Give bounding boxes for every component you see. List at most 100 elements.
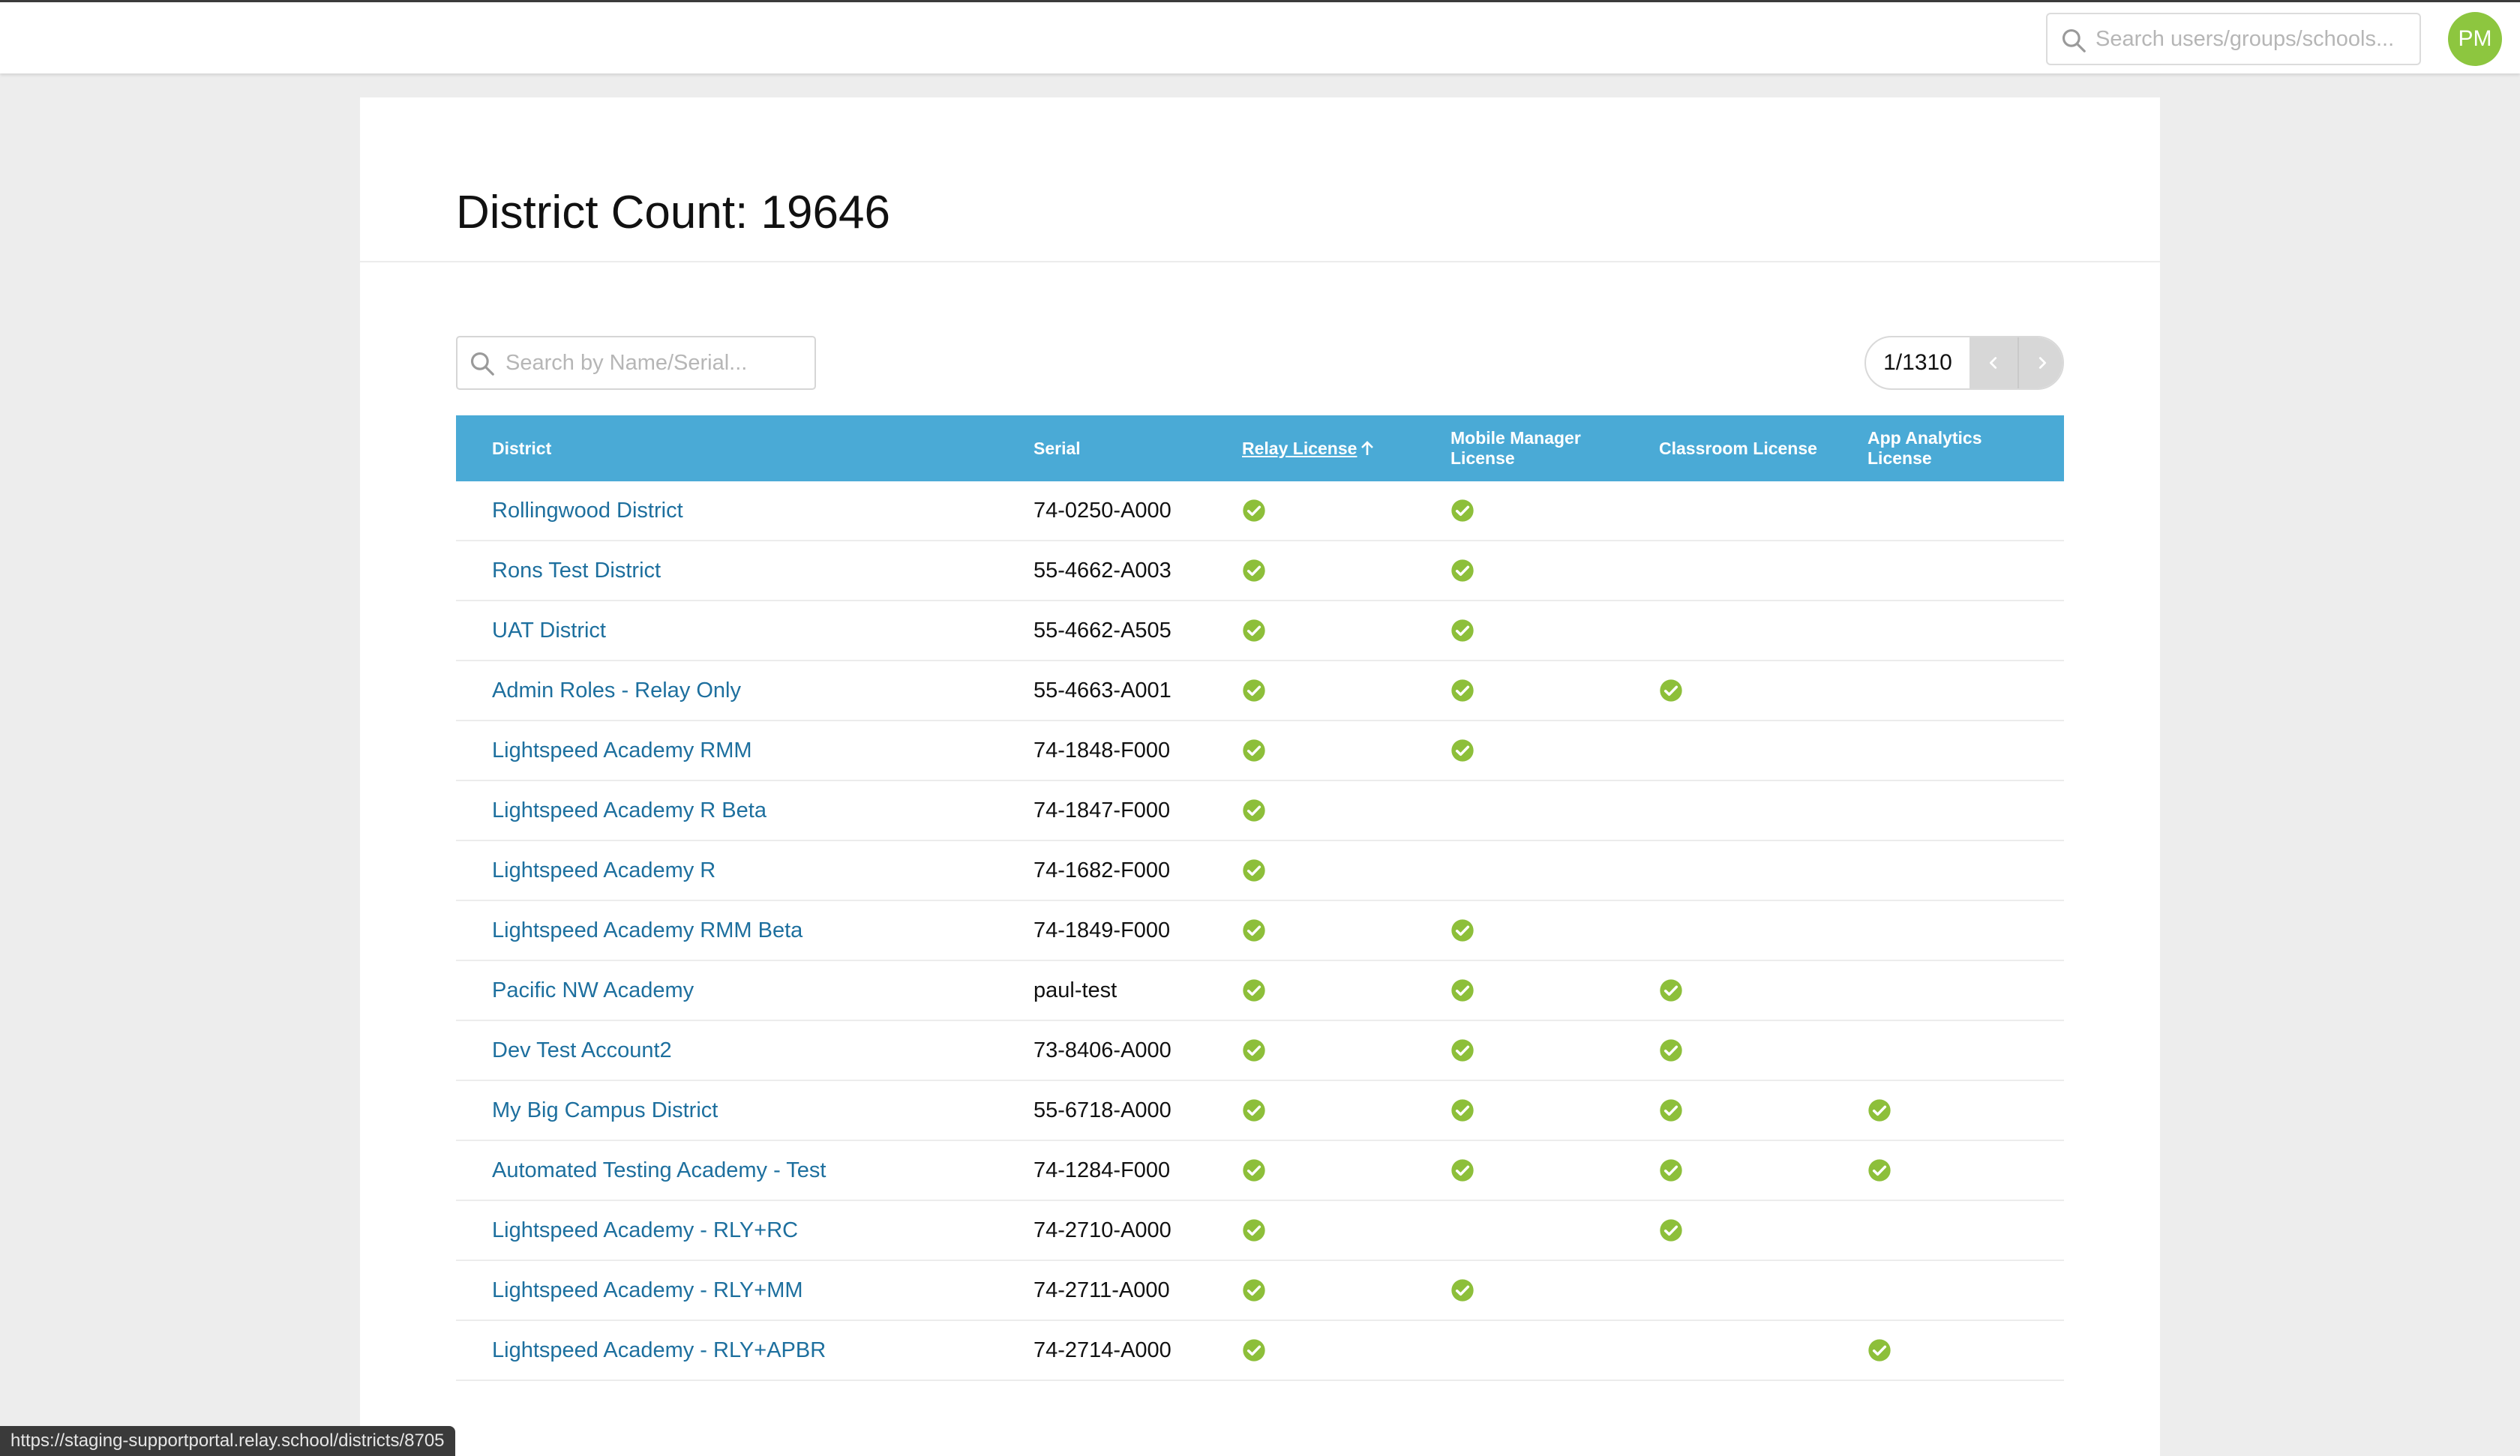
table-row: My Big Campus District 55-6718-A000 <box>456 1081 2064 1141</box>
district-name-link[interactable]: Lightspeed Academy R <box>492 841 716 900</box>
column-header-serial[interactable]: Serial <box>1034 415 1081 481</box>
check-circle-icon <box>1451 619 1474 642</box>
district-name-link[interactable]: Pacific NW Academy <box>492 961 694 1020</box>
user-avatar[interactable]: PM <box>2448 12 2502 66</box>
column-header-mobile-manager-license[interactable]: Mobile Manager License <box>1450 415 1623 481</box>
column-header-label: App Analytics License <box>1868 428 1982 468</box>
check-circle-icon <box>1451 979 1474 1002</box>
license-cell-relay <box>1242 1021 1266 1080</box>
license-cell-mobile-manager <box>1450 541 1474 600</box>
license-cell-mobile-manager <box>1450 1261 1474 1320</box>
license-cell-relay <box>1242 1081 1266 1140</box>
district-serial: 74-1682-F000 <box>1034 858 1171 882</box>
district-search-input[interactable] <box>506 348 806 378</box>
column-header-app-analytics-license[interactable]: App Analytics License <box>1868 415 2018 481</box>
license-cell-mobile-manager <box>1450 901 1474 960</box>
column-header-label: Mobile Manager License <box>1450 428 1581 468</box>
license-cell-classroom <box>1659 1021 1683 1080</box>
district-name-link[interactable]: Rollingwood District <box>492 481 683 540</box>
check-circle-icon <box>1451 559 1474 582</box>
card-header: District Count: 19646 <box>360 97 2160 262</box>
check-circle-icon <box>1660 979 1682 1002</box>
check-circle-icon <box>1243 1159 1265 1182</box>
column-header-classroom-license[interactable]: Classroom License <box>1659 415 1817 481</box>
license-cell-app-analytics <box>1868 1141 1892 1200</box>
check-circle-icon <box>1660 1219 1682 1242</box>
district-search-box[interactable] <box>456 336 816 390</box>
license-cell-relay <box>1242 661 1266 720</box>
column-header-label: Relay License <box>1242 438 1358 458</box>
district-serial: 74-1849-F000 <box>1034 918 1171 942</box>
check-circle-icon <box>1660 1159 1682 1182</box>
license-cell-classroom <box>1659 1201 1683 1260</box>
license-cell-relay <box>1242 841 1266 900</box>
district-name-link[interactable]: UAT District <box>492 601 606 660</box>
district-name-link[interactable]: Lightspeed Academy - RLY+APBR <box>492 1321 826 1380</box>
license-cell-relay <box>1242 781 1266 840</box>
table-header: District Serial Relay License Mobile Man… <box>456 415 2064 481</box>
license-cell-mobile-manager <box>1450 1021 1474 1080</box>
license-cell-classroom <box>1659 1081 1683 1140</box>
previous-page-button[interactable] <box>1970 337 2018 388</box>
check-circle-icon <box>1243 499 1265 522</box>
check-circle-icon <box>1660 1099 1682 1122</box>
district-name-link[interactable]: Lightspeed Academy RMM Beta <box>492 901 802 960</box>
column-header-label: Serial <box>1034 438 1081 458</box>
license-cell-mobile-manager <box>1450 721 1474 780</box>
check-circle-icon <box>1243 799 1265 822</box>
district-name-link[interactable]: Admin Roles - Relay Only <box>492 661 741 720</box>
search-icon <box>2062 28 2086 52</box>
license-cell-relay <box>1242 901 1266 960</box>
table-row: Pacific NW Academy paul-test <box>456 961 2064 1021</box>
chevron-left-icon <box>1989 357 1997 369</box>
check-circle-icon <box>1243 979 1265 1002</box>
license-cell-mobile-manager <box>1450 601 1474 660</box>
check-circle-icon <box>1243 1099 1265 1122</box>
district-name-link[interactable]: Lightspeed Academy - RLY+RC <box>492 1201 798 1260</box>
license-cell-relay <box>1242 1141 1266 1200</box>
check-circle-icon <box>1243 619 1265 642</box>
check-circle-icon <box>1451 499 1474 522</box>
column-header-district[interactable]: District <box>492 415 551 481</box>
license-cell-relay <box>1242 1321 1266 1380</box>
check-circle-icon <box>1451 739 1474 762</box>
license-cell-classroom <box>1659 1141 1683 1200</box>
district-name-link[interactable]: Lightspeed Academy R Beta <box>492 781 766 840</box>
column-header-relay-license[interactable]: Relay License <box>1242 415 1375 481</box>
license-cell-classroom <box>1659 661 1683 720</box>
districts-table: District Serial Relay License Mobile Man… <box>456 415 2064 1381</box>
license-cell-relay <box>1242 961 1266 1020</box>
license-cell-mobile-manager <box>1450 481 1474 540</box>
district-name-link[interactable]: Rons Test District <box>492 541 661 600</box>
top-navigation-bar: PM <box>0 0 2520 73</box>
district-serial: 74-1284-F000 <box>1034 1158 1171 1182</box>
license-cell-relay <box>1242 541 1266 600</box>
check-circle-icon <box>1243 1279 1265 1302</box>
district-serial: 55-4662-A505 <box>1034 618 1172 643</box>
table-row: Lightspeed Academy R 74-1682-F000 <box>456 841 2064 901</box>
link-preview-status-bar: https://staging-supportportal.relay.scho… <box>0 1426 455 1456</box>
table-body: Rollingwood District 74-0250-A000 Rons Tes… <box>456 481 2064 1381</box>
district-serial: 74-2714-A000 <box>1034 1338 1172 1362</box>
pagination-control: 1/1310 <box>1864 336 2064 390</box>
district-serial: 74-2710-A000 <box>1034 1218 1172 1242</box>
global-search-input[interactable] <box>2096 24 2410 54</box>
district-name-link[interactable]: Lightspeed Academy - RLY+MM <box>492 1261 803 1320</box>
district-name-link[interactable]: Lightspeed Academy RMM <box>492 721 752 780</box>
table-row: Lightspeed Academy - RLY+MM 74-2711-A000 <box>456 1261 2064 1321</box>
license-cell-mobile-manager <box>1450 961 1474 1020</box>
district-serial: 74-1848-F000 <box>1034 738 1171 762</box>
districts-card: District Count: 19646 1/1310 District Se… <box>360 97 2160 1456</box>
license-cell-relay <box>1242 721 1266 780</box>
district-name-link[interactable]: My Big Campus District <box>492 1081 718 1140</box>
district-name-link[interactable]: Automated Testing Academy - Test <box>492 1141 826 1200</box>
global-search-box[interactable] <box>2046 13 2421 65</box>
license-cell-app-analytics <box>1868 1321 1892 1380</box>
table-row: Lightspeed Academy - RLY+RC 74-2710-A000 <box>456 1201 2064 1261</box>
license-cell-mobile-manager <box>1450 1081 1474 1140</box>
table-row: UAT District 55-4662-A505 <box>456 601 2064 661</box>
district-name-link[interactable]: Dev Test Account2 <box>492 1021 672 1080</box>
check-circle-icon <box>1243 679 1265 702</box>
next-page-button[interactable] <box>2018 337 2062 388</box>
district-serial: paul-test <box>1034 978 1118 1002</box>
